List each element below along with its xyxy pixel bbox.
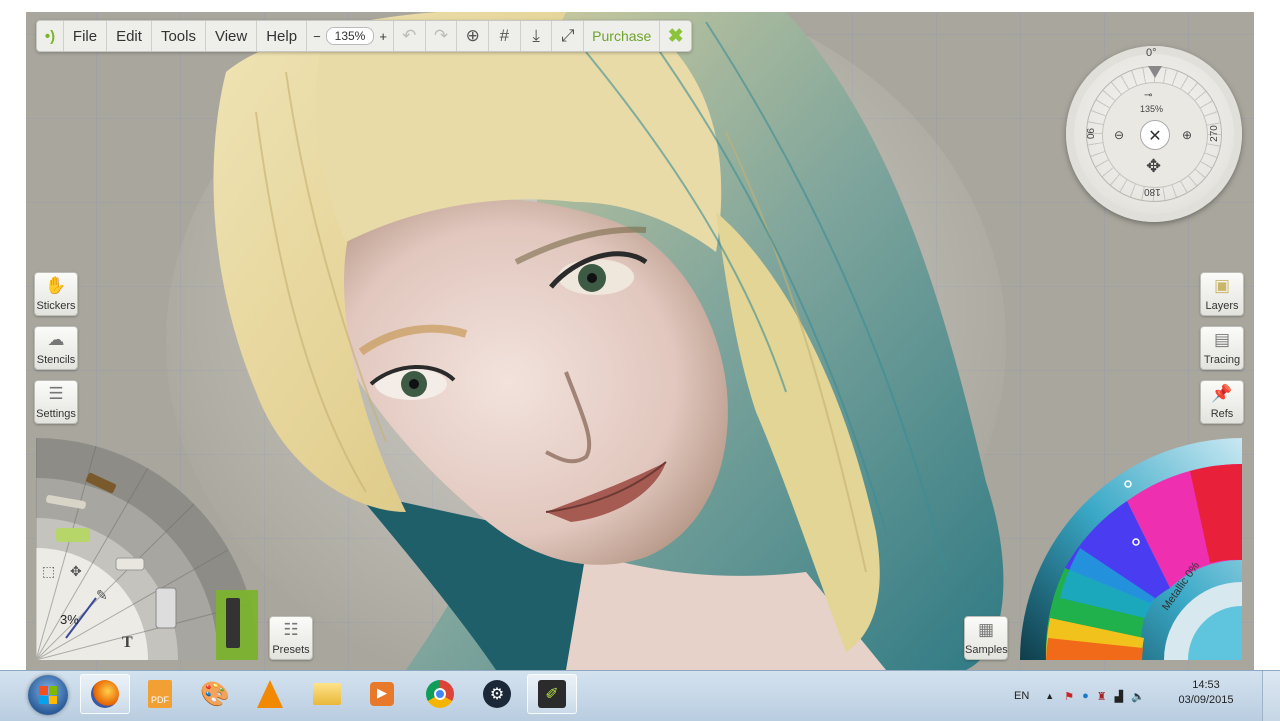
menu-tools[interactable]: Tools <box>152 21 206 51</box>
layer-thumbnail-icon: ▣ <box>1213 276 1231 295</box>
taskbar-paint[interactable]: 🎨 <box>190 674 240 714</box>
zoom-value-field[interactable]: 135% <box>325 27 375 45</box>
tool-picker-wheel[interactable]: 3% T ⬚ ✥ ✎ <box>36 438 258 660</box>
canvas-position-compass[interactable]: 0° 90 270 180 ⊸ 135% ⊖ ⊕ ✕ ✥ <box>1066 46 1242 222</box>
start-button[interactable] <box>28 675 68 715</box>
color-sampler-icon[interactable]: ✎ <box>96 588 108 604</box>
selection-tool-icon[interactable]: ⬚ <box>42 564 55 580</box>
artrage-logo-icon[interactable]: •) <box>37 21 64 51</box>
grid-icon[interactable]: # <box>489 21 521 51</box>
stencils-label: Stencils <box>36 354 76 366</box>
windows-logo-icon <box>39 686 57 704</box>
layers-button[interactable]: ▣ Layers <box>1200 272 1244 316</box>
refs-label: Refs <box>1210 408 1234 420</box>
compass-zoom-in-icon[interactable]: ⊕ <box>1182 128 1192 142</box>
pin-icon: 📌 <box>1211 384 1233 403</box>
taskbar-vlc[interactable] <box>245 674 295 714</box>
text-tool-icon[interactable]: T <box>122 634 133 652</box>
brush-size-value[interactable]: 3% <box>60 612 79 627</box>
reset-rotation-icon[interactable]: ✕ <box>1140 120 1170 150</box>
stickers-label: Stickers <box>36 300 76 312</box>
vlc-cone-icon <box>257 680 283 708</box>
stencils-icon: ☁ <box>47 330 65 349</box>
main-toolbar: •) File Edit Tools View Help − 135% + ↶ … <box>36 20 692 52</box>
stickers-button[interactable]: ✋ Stickers <box>34 272 78 316</box>
settings-sliders-icon: ☰ <box>48 384 64 403</box>
taskbar-pdf[interactable]: PDF <box>135 674 185 714</box>
firefox-icon <box>91 680 119 708</box>
menu-file[interactable]: File <box>64 21 108 51</box>
zoom-control: − 135% + <box>307 21 394 51</box>
rotation-indicator-icon <box>1148 66 1162 78</box>
zoom-in-button[interactable]: + <box>379 29 387 44</box>
menu-help[interactable]: Help <box>257 21 308 51</box>
color-wheel-graphic <box>1020 438 1242 660</box>
zoom-out-button[interactable]: − <box>313 29 321 44</box>
transform-tool-icon[interactable]: ✥ <box>70 564 82 580</box>
tracing-label: Tracing <box>1203 354 1241 366</box>
settings-label: Settings <box>36 408 76 420</box>
volume-icon[interactable]: 🔈 <box>1131 690 1145 703</box>
stickers-icon: ✋ <box>45 276 67 295</box>
save-download-icon[interactable]: ⤓ <box>521 21 553 51</box>
undo-icon[interactable]: ↶ <box>394 21 426 51</box>
pan-move-icon[interactable]: ✥ <box>1146 156 1161 177</box>
network-signal-icon[interactable]: ▟ <box>1115 690 1123 703</box>
taskbar-clock[interactable]: 14:53 03/09/2015 <box>1168 678 1244 708</box>
taskbar-chrome[interactable] <box>415 674 465 714</box>
zoom-fit-icon[interactable]: ⊸ <box>1144 90 1152 101</box>
compass-angle-top: 0° <box>1146 47 1157 59</box>
artrage-app-icon: ✐ <box>538 680 566 708</box>
purchase-button[interactable]: Purchase <box>584 21 661 51</box>
compass-angle-right: 270 <box>1208 125 1220 142</box>
pdf-icon: PDF <box>148 680 172 708</box>
tracing-button[interactable]: ▤ Tracing <box>1200 326 1244 370</box>
taskbar-firefox[interactable] <box>80 674 130 714</box>
compass-zoom-out-icon[interactable]: ⊖ <box>1114 128 1124 142</box>
clock-time: 14:53 <box>1192 679 1220 691</box>
taskbar-media-player[interactable]: ▶ <box>357 674 407 714</box>
compass-angle-left: 90 <box>1084 127 1096 140</box>
clock-date: 03/09/2015 <box>1178 694 1234 706</box>
layers-label: Layers <box>1205 300 1239 312</box>
action-center-icon[interactable]: ⚑ <box>1064 690 1074 703</box>
compass-zoom-value: 135% <box>1140 104 1164 114</box>
presets-icon: ☷ <box>283 620 299 639</box>
color-picker-wheel[interactable]: Metallic 0% <box>1020 438 1242 660</box>
refs-button[interactable]: 📌 Refs <box>1200 380 1244 424</box>
windows-taskbar: PDF 🎨 ▶ ⚙ ✐ EN ▲ ⚑ ● ♜ ▟ 🔈 14:53 03/09/2… <box>0 670 1280 721</box>
taskbar-steam[interactable]: ⚙ <box>472 674 522 714</box>
presets-label: Presets <box>272 644 310 656</box>
language-indicator[interactable]: EN <box>1014 690 1029 702</box>
fullscreen-icon[interactable]: ⤢ <box>552 21 585 51</box>
samples-label: Samples <box>965 644 1008 656</box>
paint-palette-icon: 🎨 <box>200 680 230 708</box>
presets-button[interactable]: ☷ Presets <box>269 616 313 660</box>
redo-icon[interactable]: ↷ <box>426 21 458 51</box>
stencils-button[interactable]: ☁ Stencils <box>34 326 78 370</box>
system-tray: EN ▲ ⚑ ● ♜ ▟ 🔈 <box>1004 671 1153 721</box>
antivirus-icon[interactable]: ♜ <box>1097 690 1107 703</box>
folder-icon <box>313 683 341 705</box>
taskbar-artrage[interactable]: ✐ <box>527 674 577 714</box>
reset-view-icon[interactable]: ⊕ <box>457 21 490 51</box>
close-icon[interactable]: ✖ <box>660 21 691 51</box>
menu-view[interactable]: View <box>206 21 258 51</box>
taskbar-explorer[interactable] <box>302 674 352 714</box>
menu-edit[interactable]: Edit <box>107 21 152 51</box>
chrome-icon <box>426 680 454 708</box>
media-player-icon: ▶ <box>370 682 394 706</box>
show-hidden-icons-icon[interactable]: ▲ <box>1045 691 1054 701</box>
compass-angle-bottom: 180 <box>1144 186 1161 197</box>
tray-app-icon[interactable]: ● <box>1082 690 1089 702</box>
settings-button[interactable]: ☰ Settings <box>34 380 78 424</box>
samples-button[interactable]: ▦ Samples <box>964 616 1008 660</box>
artrage-window: •) File Edit Tools View Help − 135% + ↶ … <box>0 0 1280 670</box>
steam-icon: ⚙ <box>483 680 511 708</box>
show-desktop-button[interactable] <box>1262 671 1280 721</box>
samples-grid-icon: ▦ <box>977 620 995 639</box>
tracing-icon: ▤ <box>1213 330 1231 349</box>
